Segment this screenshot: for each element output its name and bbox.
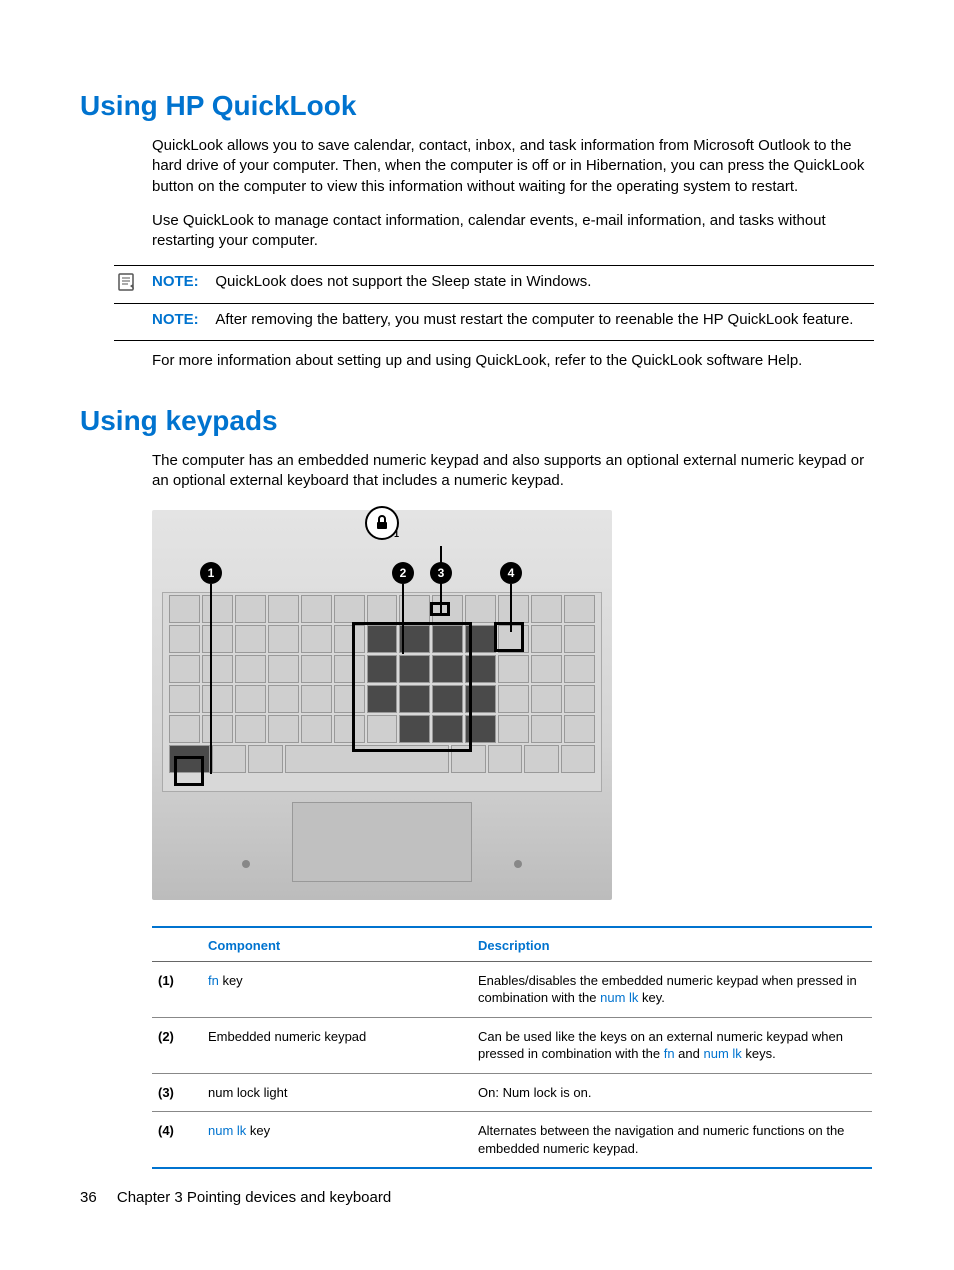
highlight-numlock-light [430,602,450,616]
paragraph: QuickLook allows you to save calendar, c… [152,136,874,197]
table-cell-component: num lock light [202,1073,472,1112]
divider [114,265,874,266]
divider [114,303,874,304]
touchpad-dot [514,860,522,868]
table-cell-index: (4) [152,1112,202,1169]
table-cell-component: fn key [202,961,472,1017]
callout-4: 4 [500,562,522,584]
note-text: QuickLook does not support the Sleep sta… [215,273,591,290]
lock-icon: 1 [365,506,399,540]
paragraph: For more information about setting up an… [152,351,874,371]
table-header-description: Description [472,927,872,962]
highlight-numeric-keypad [352,622,472,752]
callout-3: 3 [430,562,452,584]
heading-keypads: Using keypads [80,405,874,437]
table-header-blank [152,927,202,962]
table-cell-index: (3) [152,1073,202,1112]
note-block: NOTE: After removing the battery, you mu… [152,310,874,330]
chapter-title: Chapter 3 Pointing devices and keyboard [117,1189,391,1206]
table-row: (4)num lk keyAlternates between the navi… [152,1112,872,1169]
touchpad [292,802,472,882]
paragraph: Use QuickLook to manage contact informat… [152,211,874,252]
keyboard-figure: 1 1 2 3 4 [152,510,612,900]
table-header-component: Component [202,927,472,962]
note-text [203,273,216,290]
highlight-fn-key [174,756,204,786]
table-cell-description: Can be used like the keys on an external… [472,1017,872,1073]
table-cell-component: num lk key [202,1112,472,1169]
page-number: 36 [80,1189,97,1206]
callout-2: 2 [392,562,414,584]
note-label: NOTE: [152,273,199,290]
table-row: (2)Embedded numeric keypadCan be used li… [152,1017,872,1073]
note-text: After removing the battery, you must res… [215,311,853,328]
table-cell-index: (2) [152,1017,202,1073]
divider [114,340,874,341]
table-cell-component: Embedded numeric keypad [202,1017,472,1073]
table-row: (3)num lock lightOn: Num lock is on. [152,1073,872,1112]
table-cell-index: (1) [152,961,202,1017]
note-text [203,311,216,328]
touchpad-dot [242,860,250,868]
table-row: (1)fn keyEnables/disables the embedded n… [152,961,872,1017]
note-block: NOTE: QuickLook does not support the Sle… [152,272,874,292]
heading-quicklook: Using HP QuickLook [80,90,874,122]
paragraph: The computer has an embedded numeric key… [152,451,874,492]
table-cell-description: Enables/disables the embedded numeric ke… [472,961,872,1017]
note-icon [116,272,138,298]
page-footer: 36 Chapter 3 Pointing devices and keyboa… [80,1189,391,1206]
highlight-numlk-key [494,622,524,652]
note-label: NOTE: [152,311,199,328]
component-table: Component Description (1)fn keyEnables/d… [152,926,872,1170]
callout-1: 1 [200,562,222,584]
table-cell-description: On: Num lock is on. [472,1073,872,1112]
table-cell-description: Alternates between the navigation and nu… [472,1112,872,1169]
